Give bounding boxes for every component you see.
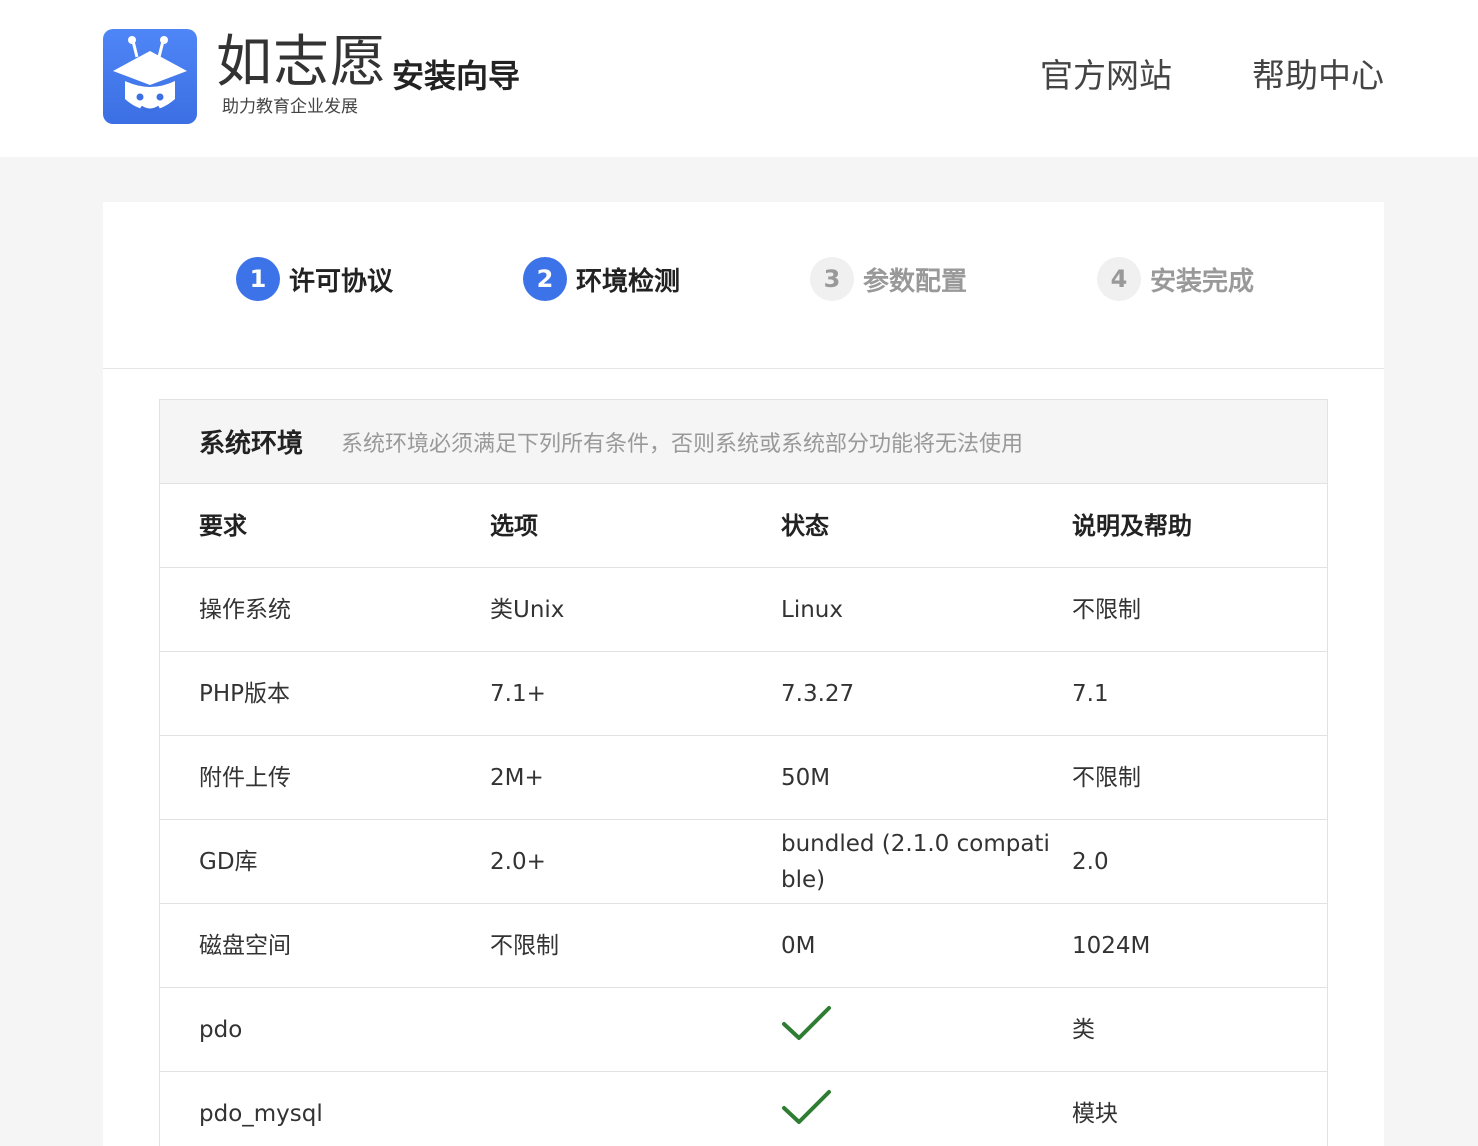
nav-help-center-link[interactable]: 帮助中心 xyxy=(1252,54,1384,98)
install-card: 1 许可协议 2 环境检测 3 参数配置 4 安装完成 系统环境 系统环境必须满… xyxy=(103,202,1384,1146)
check-icon xyxy=(782,1090,831,1124)
system-environment-section: 系统环境 系统环境必须满足下列所有条件，否则系统或系统部分功能将无法使用 要求 … xyxy=(159,399,1328,1146)
column-header-requirement: 要求 xyxy=(199,511,247,540)
status-cell: 0M xyxy=(781,932,816,959)
step-label: 安装完成 xyxy=(1150,266,1255,297)
step-config: 3 参数配置 xyxy=(810,256,967,302)
table-header-row: 要求 选项 状态 说明及帮助 xyxy=(160,484,1327,568)
requirement-cell: PHP版本 xyxy=(199,680,291,707)
step-number: 4 xyxy=(1097,257,1141,301)
option-cell: 7.1+ xyxy=(490,680,546,707)
help-cell: 1024M xyxy=(1072,932,1151,959)
header: 如志愿 助力教育企业发展 安装向导 官方网站 帮助中心 xyxy=(0,0,1478,157)
brand-name: 如志愿 xyxy=(216,30,387,95)
status-cell: 7.3.27 xyxy=(781,680,855,707)
help-cell: 2.0 xyxy=(1072,848,1109,875)
step-number: 3 xyxy=(810,257,854,301)
step-complete: 4 安装完成 xyxy=(1097,256,1254,302)
requirement-cell: pdo xyxy=(199,1016,243,1043)
step-label: 参数配置 xyxy=(863,266,968,297)
table-row: GD库 2.0+ bundled (2.1.0 compatible) 2.0 xyxy=(160,820,1327,904)
status-cell: Linux xyxy=(781,596,843,623)
help-cell: 7.1 xyxy=(1072,680,1109,707)
nav-official-site-link[interactable]: 官方网站 xyxy=(1040,54,1172,98)
section-header: 系统环境 系统环境必须满足下列所有条件，否则系统或系统部分功能将无法使用 xyxy=(160,400,1327,484)
step-license: 1 许可协议 xyxy=(236,256,393,302)
column-header-option: 选项 xyxy=(490,511,538,540)
step-environment: 2 环境检测 xyxy=(523,256,680,302)
requirement-cell: 操作系统 xyxy=(199,596,291,623)
wizard-title: 安装向导 xyxy=(392,57,521,95)
wizard-steps: 1 许可协议 2 环境检测 3 参数配置 4 安装完成 xyxy=(103,202,1384,369)
brand-slogan: 助力教育企业发展 xyxy=(222,97,358,117)
table-row: pdo 类 xyxy=(160,988,1327,1072)
requirement-cell: 附件上传 xyxy=(199,764,291,791)
check-icon xyxy=(782,1006,831,1040)
step-label: 许可协议 xyxy=(289,266,394,297)
option-cell: 类Unix xyxy=(490,596,565,623)
table-row: pdo_mysql 模块 xyxy=(160,1072,1327,1146)
requirement-cell: 磁盘空间 xyxy=(199,932,291,959)
table-row: PHP版本 7.1+ 7.3.27 7.1 xyxy=(160,652,1327,736)
table-row: 附件上传 2M+ 50M 不限制 xyxy=(160,736,1327,820)
option-cell: 2M+ xyxy=(490,764,544,791)
requirement-cell: pdo_mysql xyxy=(199,1100,323,1127)
section-description: 系统环境必须满足下列所有条件，否则系统或系统部分功能将无法使用 xyxy=(341,431,1024,457)
table-row: 磁盘空间 不限制 0M 1024M xyxy=(160,904,1327,988)
section-title: 系统环境 xyxy=(199,429,304,459)
table-row: 操作系统 类Unix Linux 不限制 xyxy=(160,568,1327,652)
option-cell: 2.0+ xyxy=(490,848,546,875)
status-cell: 50M xyxy=(781,764,831,791)
status-cell xyxy=(781,1004,1051,1055)
help-cell: 类 xyxy=(1072,1016,1095,1043)
step-label: 环境检测 xyxy=(576,266,681,297)
column-header-help: 说明及帮助 xyxy=(1072,511,1192,540)
status-cell xyxy=(781,1088,1051,1139)
option-cell: 不限制 xyxy=(490,932,559,959)
step-number: 2 xyxy=(523,257,567,301)
step-number: 1 xyxy=(236,257,280,301)
help-cell: 不限制 xyxy=(1072,596,1141,623)
help-cell: 不限制 xyxy=(1072,764,1141,791)
column-header-status: 状态 xyxy=(781,511,829,540)
help-cell: 模块 xyxy=(1072,1100,1118,1127)
status-cell: bundled (2.1.0 compatible) xyxy=(781,830,1050,893)
requirement-cell: GD库 xyxy=(199,848,258,875)
logo-icon xyxy=(103,29,197,124)
